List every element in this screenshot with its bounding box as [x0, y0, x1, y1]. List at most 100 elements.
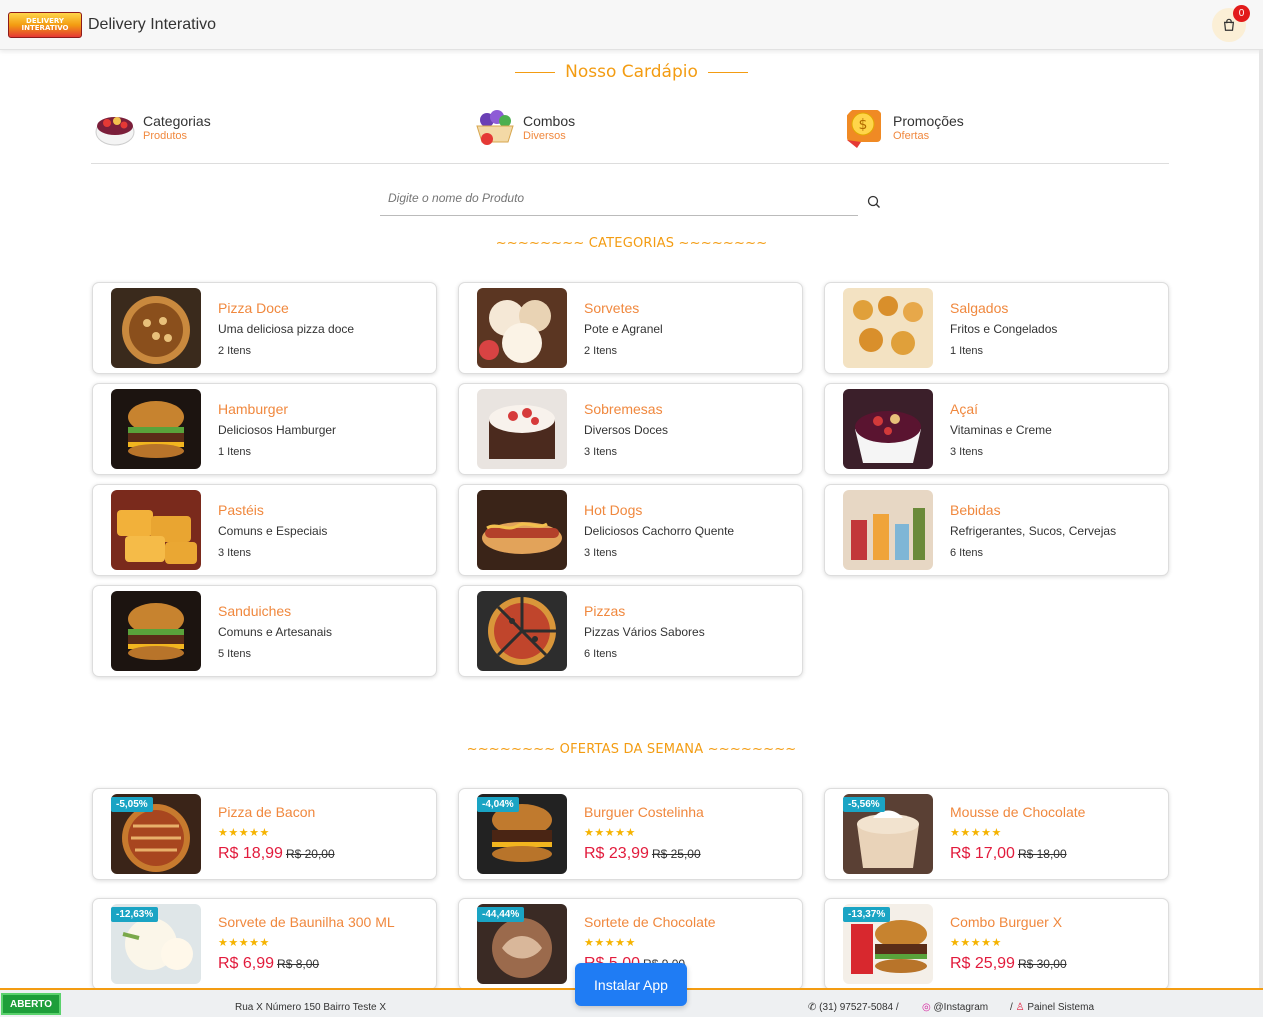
pasteis-image: [111, 490, 201, 570]
rating-stars-icon: ★★★★★: [584, 827, 636, 839]
offer-card-mousse-de-chocolate[interactable]: -5,56% Mousse de Chocolate ★★★★★ R$ 17,0…: [824, 788, 1169, 880]
category-name: Pastéis: [218, 502, 264, 518]
rating-stars-icon: ★★★★★: [584, 937, 636, 949]
offer-old-price: R$ 30,00: [1017, 957, 1067, 971]
offer-old-price: R$ 8,00: [277, 957, 320, 971]
categories-title: ~~~~~~~~ CATEGORIAS ~~~~~~~~: [495, 236, 768, 251]
phone-link[interactable]: ✆ (31) 97527-5084 /: [808, 1002, 899, 1013]
category-description: Comuns e Artesanais: [218, 625, 333, 639]
category-count: 6 Itens: [584, 648, 618, 660]
category-card-bebidas[interactable]: Bebidas Refrigerantes, Sucos, Cervejas 6…: [824, 484, 1169, 576]
offer-price-row: R$ 6,99 R$ 8,00: [218, 955, 319, 973]
search-icon[interactable]: [866, 194, 882, 210]
category-card-hamburger[interactable]: Hamburger Deliciosos Hamburger 1 Itens: [92, 383, 437, 475]
hot-dogs-image: [477, 490, 567, 570]
category-name: Açaí: [950, 401, 979, 417]
nav-sublabel: Diversos: [523, 130, 566, 142]
category-name: Sanduiches: [218, 603, 292, 619]
whatsapp-icon: ✆: [808, 1002, 817, 1013]
category-card-pasteis[interactable]: Pastéis Comuns e Especiais 3 Itens: [92, 484, 437, 576]
nav-promocoes[interactable]: $ Promoções Ofertas: [843, 106, 964, 150]
offer-price: R$ 17,00: [950, 845, 1015, 862]
offer-card-combo-burguer-x[interactable]: -13,37% Combo Burguer X ★★★★★ R$ 25,99 R$…: [824, 898, 1169, 990]
category-name: Hamburger: [218, 401, 289, 417]
offer-price: R$ 23,99: [584, 845, 649, 862]
category-description: Diversos Doces: [584, 423, 669, 437]
category-description: Comuns e Especiais: [218, 524, 328, 538]
category-description: Pote e Agranel: [584, 322, 663, 336]
category-count: 3 Itens: [584, 547, 618, 559]
painel-label: Painel Sistema: [1027, 1002, 1095, 1013]
category-card-sanduiches[interactable]: Sanduiches Comuns e Artesanais 5 Itens: [92, 585, 437, 677]
offer-price-row: R$ 23,99 R$ 25,00: [584, 845, 701, 863]
category-card-pizzas[interactable]: Pizzas Pizzas Vários Sabores 6 Itens: [458, 585, 803, 677]
pizzas-image: [477, 591, 567, 671]
offer-old-price: R$ 18,00: [1017, 847, 1067, 861]
phone-number: (31) 97527-5084 /: [819, 1002, 899, 1013]
category-description: Fritos e Congelados: [950, 322, 1058, 336]
offer-card-sorvete-de-baunilha[interactable]: -12,63% Sorvete de Baunilha 300 ML ★★★★★…: [92, 898, 437, 990]
sobremesas-image: [477, 389, 567, 469]
category-count: 2 Itens: [218, 345, 252, 357]
offer-name: Sortete de Chocolate: [584, 914, 716, 930]
scrollbar[interactable]: [1259, 50, 1263, 988]
category-card-pizza-doce[interactable]: Pizza Doce Uma deliciosa pizza doce 2 It…: [92, 282, 437, 374]
category-description: Refrigerantes, Sucos, Cervejas: [950, 524, 1117, 538]
instagram-icon: ◎: [922, 1002, 931, 1013]
menu-title-text: Nosso Cardápio: [565, 62, 698, 82]
category-description: Vitaminas e Creme: [950, 423, 1052, 437]
category-card-hot-dogs[interactable]: Hot Dogs Deliciosos Cachorro Quente 3 It…: [458, 484, 803, 576]
nav-label: Combos: [523, 113, 576, 129]
brand-logo[interactable]: DELIVERY INTERATIVO: [8, 11, 82, 38]
category-name: Sobremesas: [584, 401, 663, 417]
rating-stars-icon: ★★★★★: [950, 937, 1002, 949]
category-count: 5 Itens: [218, 648, 252, 660]
offer-price: R$ 25,99: [950, 955, 1015, 972]
category-card-sorvetes[interactable]: Sorvetes Pote e Agranel 2 Itens: [458, 282, 803, 374]
discount-badge: -13,37%: [843, 907, 891, 922]
painel-link[interactable]: / ♙ Painel Sistema: [1010, 1002, 1094, 1013]
menu-title: Nosso Cardápio: [0, 62, 1263, 82]
offer-name: Combo Burguer X: [950, 914, 1063, 930]
offer-name: Burguer Costelinha: [584, 804, 704, 820]
offer-price-row: R$ 25,99 R$ 30,00: [950, 955, 1067, 973]
svg-text:$: $: [859, 117, 868, 133]
category-count: 3 Itens: [218, 547, 252, 559]
offer-name: Mousse de Chocolate: [950, 804, 1086, 820]
offer-price: R$ 6,99: [218, 955, 275, 972]
category-name: Pizza Doce: [218, 300, 289, 316]
category-card-salgados[interactable]: Salgados Fritos e Congelados 1 Itens: [824, 282, 1169, 374]
category-count: 6 Itens: [950, 547, 984, 559]
sanduiches-image: [111, 591, 201, 671]
instagram-link[interactable]: ◎ @Instagram: [922, 1002, 988, 1013]
hamburger-image: [111, 389, 201, 469]
offer-name: Sorvete de Baunilha 300 ML: [218, 914, 395, 930]
offer-card-pizza-de-bacon[interactable]: -5,05% Pizza de Bacon ★★★★★ R$ 18,99 R$ 2…: [92, 788, 437, 880]
brand-name[interactable]: Delivery Interativo: [88, 16, 216, 34]
menu-nav: Categorias Produtos Combos Diversos $ Prom…: [91, 100, 1169, 164]
category-name: Hot Dogs: [584, 502, 643, 518]
category-name: Salgados: [950, 300, 1009, 316]
category-card-sobremesas[interactable]: Sobremesas Diversos Doces 3 Itens: [458, 383, 803, 475]
store-address: Rua X Número 150 Bairro Teste X: [235, 1002, 387, 1013]
nav-sublabel: Ofertas: [893, 130, 930, 142]
shopping-bag-icon: [1223, 18, 1235, 31]
search-input[interactable]: [380, 180, 858, 215]
salgados-image: [843, 288, 933, 368]
category-card-acai[interactable]: Açaí Vitaminas e Creme 3 Itens: [824, 383, 1169, 475]
logo-text: DELIVERY INTERATIVO: [21, 16, 69, 32]
offer-price-row: R$ 17,00 R$ 18,00: [950, 845, 1067, 863]
rating-stars-icon: ★★★★★: [218, 937, 270, 949]
offer-card-burguer-costelinha[interactable]: -4,04% Burguer Costelinha ★★★★★ R$ 23,99…: [458, 788, 803, 880]
title-line-left: [515, 71, 556, 73]
nav-combos[interactable]: Combos Diversos: [473, 106, 575, 150]
install-app-button[interactable]: Instalar App: [575, 963, 687, 1006]
rating-stars-icon: ★★★★★: [218, 827, 270, 839]
cart-button[interactable]: 0: [1212, 5, 1250, 42]
top-navbar: DELIVERY INTERATIVO Delivery Interativo …: [0, 0, 1263, 50]
promo-coin-icon: $: [847, 110, 881, 148]
user-icon: ♙: [1015, 1002, 1025, 1013]
discount-badge: -4,04%: [477, 797, 519, 812]
nav-categorias[interactable]: Categorias Produtos: [93, 106, 211, 150]
instagram-handle: @Instagram: [933, 1002, 989, 1013]
